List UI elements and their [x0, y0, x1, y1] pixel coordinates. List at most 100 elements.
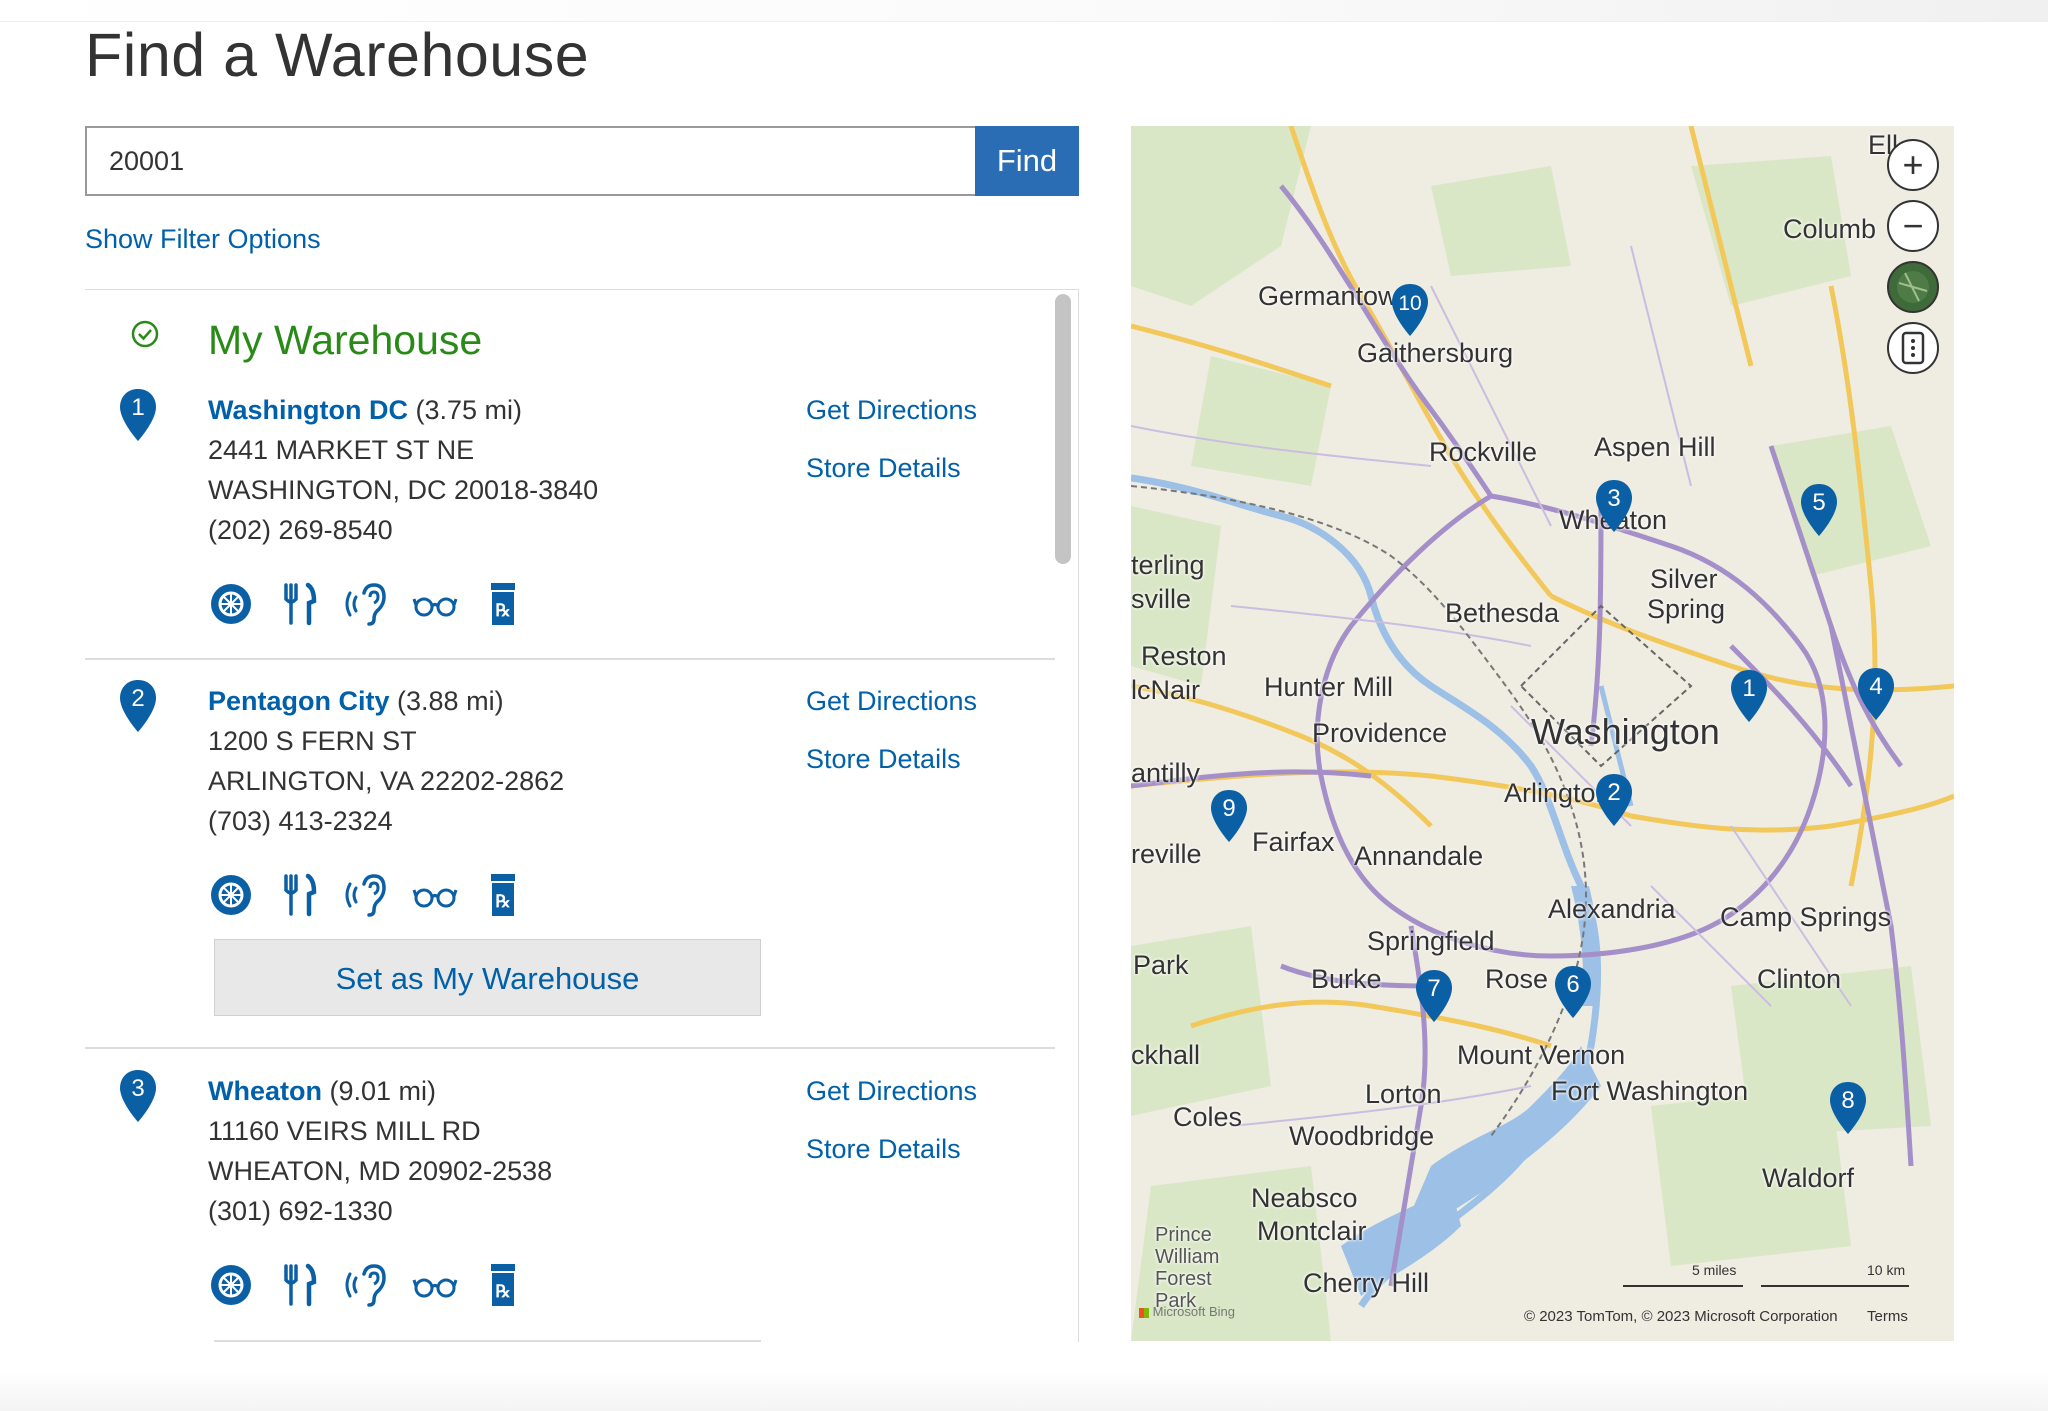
map-pin-6[interactable]: 6 — [1553, 964, 1593, 1020]
map-label-aspen-hill: Aspen Hill — [1594, 432, 1716, 462]
optical-icon — [412, 888, 458, 908]
find-button[interactable]: Find — [975, 126, 1079, 196]
map-label-sville: sville — [1131, 584, 1192, 614]
map-pin-10[interactable]: 10 — [1390, 282, 1430, 338]
map-label-mount-vernon: Mount Vernon — [1457, 1040, 1626, 1070]
map-pin-7[interactable]: 7 — [1414, 968, 1454, 1024]
pharmacy-icon: ℞ — [491, 583, 515, 625]
map-label-fort-washington: Fort Washington — [1551, 1076, 1749, 1106]
get-directions-link[interactable]: Get Directions — [806, 686, 977, 717]
store-details-link[interactable]: Store Details — [806, 744, 961, 775]
map-label-coles: Coles — [1173, 1102, 1243, 1132]
map-pin-icon: 3 — [118, 1068, 158, 1124]
map-pin-2[interactable]: 2 — [1594, 772, 1634, 828]
map-label-springfield: Springfield — [1367, 926, 1495, 956]
zip-search-input[interactable] — [85, 126, 976, 196]
warehouse-list[interactable]: My Warehouse 1 Washington DC (3.75 mi) 2… — [85, 289, 1079, 1342]
get-directions-link[interactable]: Get Directions — [806, 395, 977, 426]
map-style-button[interactable] — [1887, 261, 1939, 313]
map-label-gaithersburg: Gaithersburg — [1357, 338, 1514, 368]
svg-text:8: 8 — [1841, 1087, 1854, 1114]
zoom-in-button[interactable]: + — [1887, 139, 1939, 191]
map-pin-5[interactable]: 5 — [1799, 482, 1839, 538]
map-pin-9[interactable]: 9 — [1209, 788, 1249, 844]
map-label-centreville: reville — [1131, 839, 1202, 869]
warehouse-phone: (202) 269-8540 — [208, 515, 393, 545]
warehouse-street: 1200 S FERN ST — [208, 726, 417, 756]
map-label-waldorf: Waldorf — [1762, 1163, 1855, 1193]
map-label-annandale: Annandale — [1354, 841, 1484, 871]
map-label-burke: Burke — [1311, 964, 1382, 994]
scale-km: 10 km — [1867, 1262, 1906, 1278]
map-label-park: Park — [1133, 950, 1189, 980]
tire-icon — [211, 875, 251, 915]
svg-text:10: 10 — [1398, 292, 1421, 315]
svg-text:7: 7 — [1427, 975, 1440, 1002]
top-bar — [0, 0, 2048, 22]
map-layers-button[interactable] — [1887, 322, 1939, 374]
map-terms-link[interactable]: Terms — [1867, 1308, 1908, 1325]
warehouse-distance: (9.01 mi) — [329, 1076, 437, 1106]
food-icon — [284, 1263, 317, 1307]
map-label-mcnair: lcNair — [1131, 675, 1201, 705]
food-icon — [284, 873, 317, 917]
warehouse-street: 11160 VEIRS MILL RD — [208, 1116, 481, 1146]
list-scrollbar[interactable] — [1055, 294, 1071, 564]
warehouse-distance: (3.75 mi) — [415, 395, 523, 425]
divider — [214, 1340, 761, 1342]
microsoft-bing-logo: Microsoft Bing — [1139, 1304, 1235, 1319]
map-pin-4[interactable]: 4 — [1856, 666, 1896, 722]
map-label-woodbridge: Woodbridge — [1289, 1121, 1435, 1151]
divider — [85, 1047, 1055, 1049]
map-label-alexandria: Alexandria — [1548, 894, 1676, 924]
warehouse-city: WASHINGTON, DC 20018-3840 — [208, 475, 599, 505]
warehouse-name-line: Pentagon City (3.88 mi) — [208, 686, 504, 717]
map-attribution: © 2023 TomTom, © 2023 Microsoft Corporat… — [1524, 1308, 1838, 1325]
get-directions-link[interactable]: Get Directions — [806, 1076, 977, 1107]
check-circle-icon — [131, 320, 159, 348]
svg-text:9: 9 — [1222, 795, 1235, 822]
search-bar: Find — [85, 126, 1079, 196]
store-details-link[interactable]: Store Details — [806, 1134, 961, 1165]
map-label-chantilly: antilly — [1131, 758, 1201, 788]
warehouse-name-line: Wheaton (9.01 mi) — [208, 1076, 436, 1107]
map-label-cherry-hill: Cherry Hill — [1303, 1268, 1430, 1298]
optical-icon — [412, 1278, 458, 1298]
svg-text:3: 3 — [131, 1075, 144, 1102]
warehouse-distance: (3.88 mi) — [397, 686, 504, 716]
bottom-bar — [0, 1370, 2048, 1411]
svg-text:1: 1 — [131, 394, 144, 421]
map-pin-8[interactable]: 8 — [1828, 1080, 1868, 1136]
map-label-prince-william: Prince William Forest Park — [1155, 1224, 1220, 1312]
set-as-my-warehouse-button[interactable]: Set as My Warehouse — [214, 939, 761, 1016]
warehouse-name-link[interactable]: Washington DC — [208, 395, 408, 425]
store-details-link[interactable]: Store Details — [806, 453, 961, 484]
svg-text:2: 2 — [131, 685, 144, 712]
warehouse-name-link[interactable]: Pentagon City — [208, 686, 390, 716]
warehouse-street: 2441 MARKET ST NE — [208, 435, 475, 465]
map-label-lorton: Lorton — [1365, 1079, 1442, 1109]
zoom-out-button[interactable]: − — [1887, 200, 1939, 252]
warehouse-name-link[interactable]: Wheaton — [208, 1076, 322, 1106]
map-label-montclair: Montclair — [1257, 1216, 1367, 1246]
map-pin-1[interactable]: 1 — [1729, 668, 1769, 724]
map-label-clinton: Clinton — [1757, 964, 1842, 994]
map[interactable]: Germantown Gaithersburg Rockville Aspen … — [1131, 126, 1954, 1341]
map-label-sterling: terling — [1131, 550, 1205, 580]
svg-text:℞: ℞ — [495, 1282, 510, 1301]
map-label-bethesda: Bethesda — [1445, 598, 1560, 628]
svg-text:6: 6 — [1566, 971, 1579, 998]
map-label-rose: Rose — [1485, 964, 1549, 994]
divider — [85, 658, 1055, 660]
map-label-fairfax: Fairfax — [1252, 827, 1335, 857]
scale-bar-miles — [1623, 1285, 1743, 1287]
show-filter-options-link[interactable]: Show Filter Options — [85, 224, 321, 255]
map-label-reston: Reston — [1141, 641, 1227, 671]
warehouse-phone: (301) 692-1330 — [208, 1196, 393, 1226]
warehouse-city: ARLINGTON, VA 22202-2862 — [208, 766, 565, 796]
map-label-silver: Silver — [1650, 564, 1718, 594]
map-label-camp-springs: Camp Springs — [1720, 902, 1892, 932]
scale-miles: 5 miles — [1692, 1262, 1737, 1278]
tire-icon — [211, 1265, 251, 1305]
map-pin-3[interactable]: 3 — [1594, 478, 1634, 534]
